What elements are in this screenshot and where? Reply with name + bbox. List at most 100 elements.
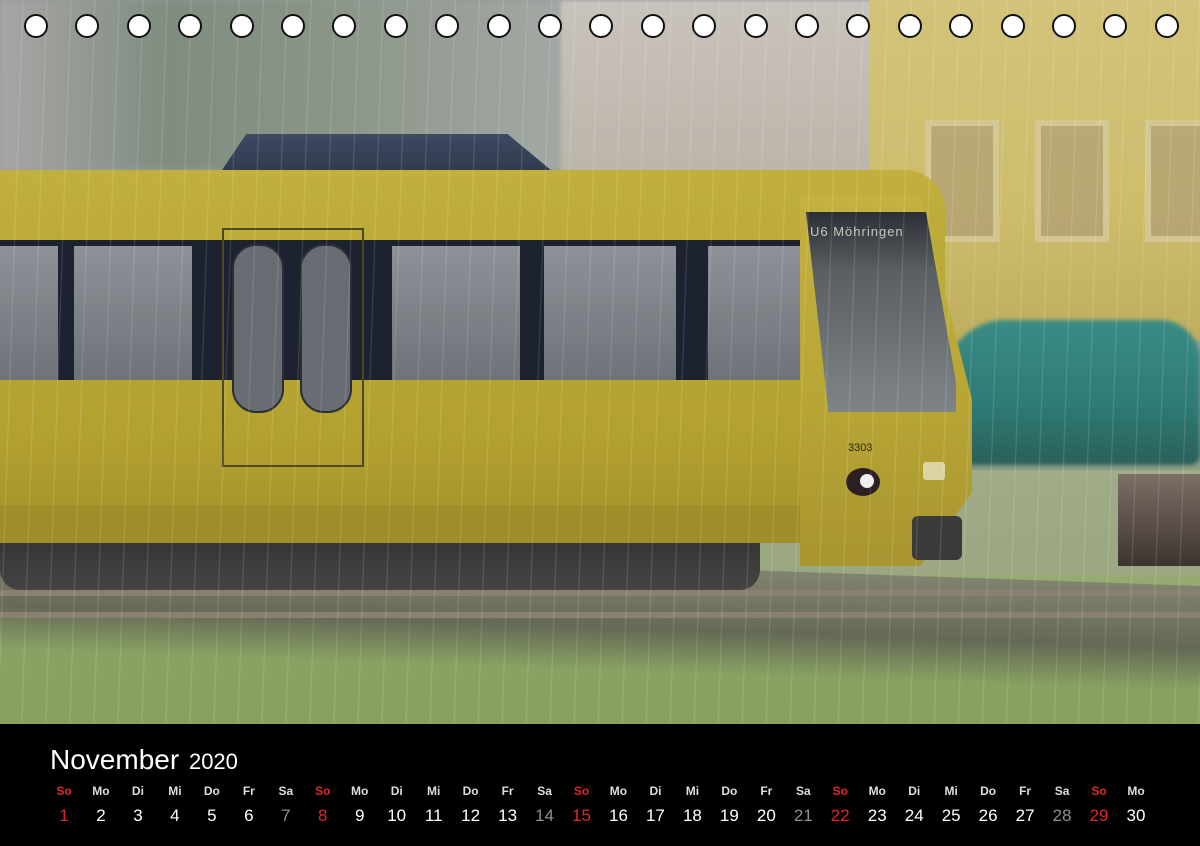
day-number: 30 [1126, 806, 1146, 825]
tram-window [74, 246, 192, 380]
tram-window [708, 246, 808, 380]
binding-hole [897, 14, 922, 38]
weekday-label: So [832, 784, 848, 798]
calendar-day: Mo 9 [340, 784, 380, 826]
tram-photo: U6 Möhringen 3303 [0, 0, 1200, 724]
calendar-day: Sa 7 [266, 784, 306, 826]
day-number: 17 [645, 806, 665, 825]
calendar-day: Fr 6 [229, 784, 269, 826]
weekday-label: So [315, 784, 331, 798]
day-number: 25 [941, 806, 961, 825]
binding-hole [640, 14, 665, 38]
day-number: 9 [354, 806, 365, 825]
tram-number: 3303 [848, 442, 873, 454]
calendar-day: Sa 14 [525, 784, 565, 826]
day-number: 3 [133, 806, 143, 825]
destination-sign: U6 Möhringen [810, 224, 904, 239]
tram-window [544, 246, 676, 380]
headlight [846, 468, 880, 496]
weekday-label: Mi [944, 784, 958, 798]
calendar-day: Fr 27 [1005, 784, 1045, 826]
calendar-day: Mi 25 [931, 784, 971, 826]
weekday-label: Mo [868, 784, 886, 798]
weekday-label: Fr [501, 784, 514, 798]
day-number: 8 [318, 806, 328, 825]
binding-hole [229, 14, 254, 38]
binding-hole [589, 14, 614, 38]
weekday-label: Sa [278, 784, 294, 798]
calendar-day: Fr 13 [488, 784, 528, 826]
weekday-label: Di [390, 784, 403, 798]
calendar-day: Do 19 [709, 784, 749, 826]
binding-hole [1000, 14, 1025, 38]
weekday-label: So [56, 784, 72, 798]
weekday-label: Di [131, 784, 144, 798]
door-window [232, 244, 284, 413]
binding-hole [949, 14, 974, 38]
day-number: 2 [96, 806, 106, 825]
weekday-label: Fr [1019, 784, 1032, 798]
day-number: 18 [682, 806, 702, 825]
day-number: 27 [1015, 806, 1035, 825]
day-number: 5 [207, 806, 217, 825]
calendar-day: Fr 20 [746, 784, 786, 826]
weekday-label: Do [721, 784, 738, 798]
tram-skirt [0, 505, 830, 543]
weekday-label: Sa [537, 784, 552, 798]
building-window [1035, 120, 1109, 242]
day-number: 6 [244, 806, 254, 825]
month-name: November [50, 744, 180, 775]
calendar-day: Mo 16 [598, 784, 638, 826]
day-number: 15 [572, 806, 591, 825]
calendar-day: Mi 11 [414, 784, 454, 826]
binding-hole [1052, 14, 1076, 38]
day-number: 13 [498, 806, 518, 825]
weekday-label: Do [203, 784, 220, 798]
weekday-label: Mo [92, 784, 110, 798]
calendar-strip: November 2020 So 1 Mo 2 Di 3 Mi 4 Do 5 Fr 6 Sa 7 So 8 Mo… [0, 724, 1200, 846]
weekday-label: Fr [242, 784, 255, 798]
day-number: 26 [978, 806, 998, 825]
tram-door [222, 228, 364, 467]
calendar-day: Do 12 [451, 784, 491, 826]
binding-hole [538, 14, 562, 38]
day-row: So 1 Mo 2 Di 3 Mi 4 Do 5 Fr 6 Sa 7 So 8 Mo 9 Di 10 Mi 11 Do 12 F… [0, 784, 1200, 844]
day-number: 11 [424, 806, 443, 825]
rail [0, 612, 1200, 618]
binding-holes [0, 14, 1200, 42]
day-number: 28 [1052, 806, 1072, 825]
calendar-day: Mi 18 [672, 784, 712, 826]
calendar-day: Di 24 [894, 784, 934, 826]
binding-hole [1154, 14, 1179, 38]
binding-hole [126, 14, 151, 38]
day-number: 1 [59, 806, 69, 825]
calendar-day: Mo 30 [1116, 784, 1156, 826]
binding-hole [743, 14, 768, 38]
weekday-label: Mo [609, 784, 628, 798]
calendar-day: Di 10 [377, 784, 417, 826]
day-number: 16 [609, 806, 628, 825]
day-number: 29 [1089, 806, 1109, 825]
day-number: 7 [281, 806, 291, 825]
day-number: 21 [793, 806, 813, 825]
day-number: 4 [170, 806, 180, 825]
tram-window [392, 246, 520, 380]
day-number: 20 [756, 806, 776, 825]
calendar-day: Mi 4 [155, 784, 195, 826]
weekday-label: So [573, 784, 590, 798]
binding-hole [486, 14, 511, 38]
tram-window [0, 246, 58, 380]
door-window [300, 244, 352, 413]
weekday-label: Di [649, 784, 662, 798]
calendar-day: Mo 23 [857, 784, 897, 826]
day-number: 14 [535, 806, 554, 825]
weekday-label: Mo [1127, 784, 1145, 798]
binding-hole [332, 14, 357, 38]
day-number: 24 [904, 806, 924, 825]
day-number: 19 [719, 806, 739, 825]
operator-logo [923, 462, 945, 480]
calendar-page: U6 Möhringen 3303 November 2020 So 1 Mo 2 Di… [0, 0, 1200, 846]
binding-hole [24, 14, 48, 38]
weekday-label: Mi [426, 784, 441, 798]
building-window [1145, 120, 1200, 242]
